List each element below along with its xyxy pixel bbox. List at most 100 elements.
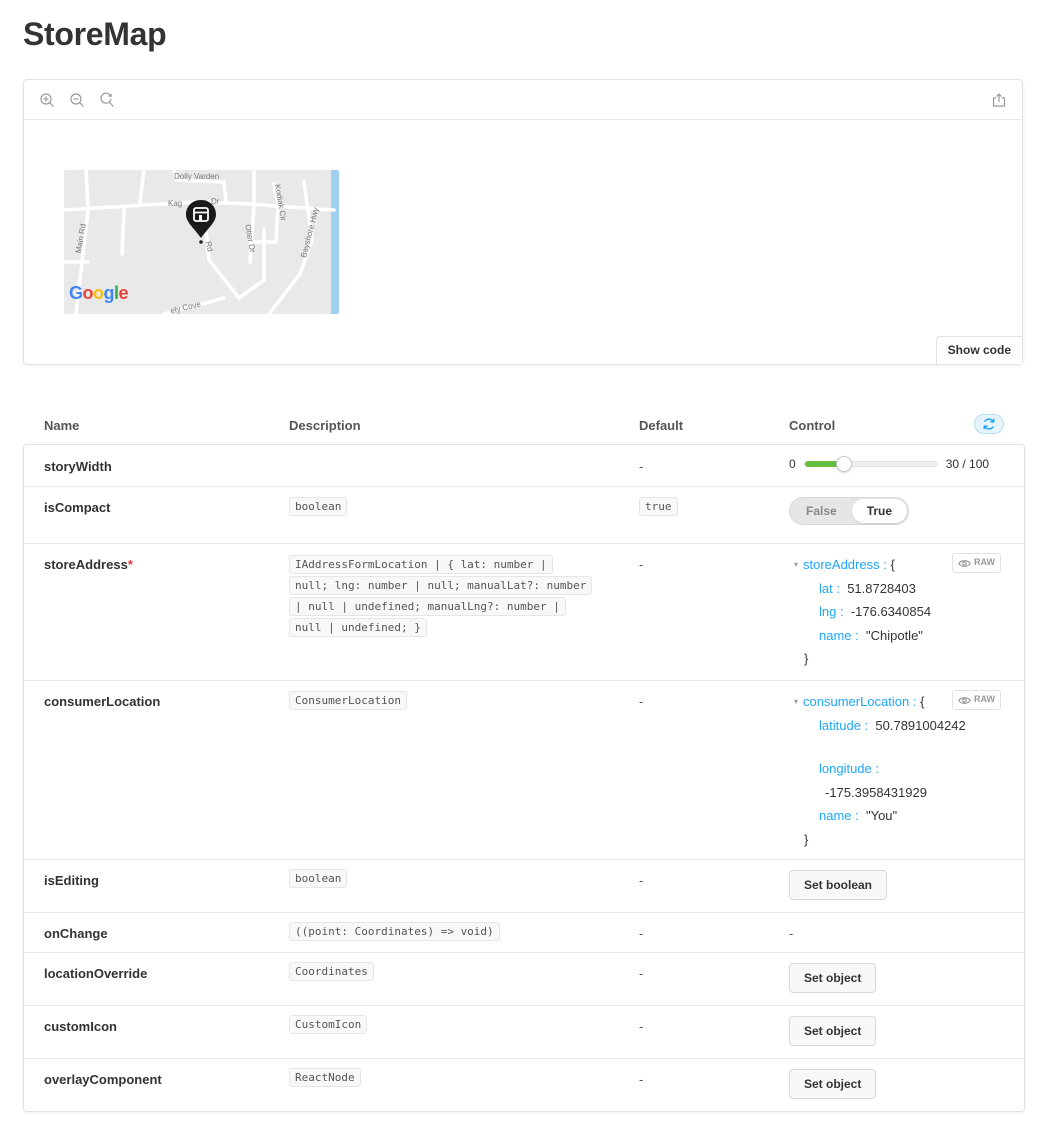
google-logo-letter: o [93, 283, 104, 303]
tree-value[interactable]: "You" [866, 808, 897, 823]
tree-key: name : [819, 808, 859, 823]
story-width-slider[interactable] [803, 456, 938, 472]
story-width-control: 0 30 / 100 [789, 456, 990, 472]
collapse-caret-icon[interactable]: ▾ [794, 690, 798, 714]
arg-name: storeAddress* [44, 557, 133, 572]
arg-control-text: - [789, 926, 794, 941]
tree-entry[interactable]: name : "You" [789, 804, 1001, 828]
preview-toolbar [24, 80, 1022, 120]
is-compact-toggle[interactable]: False True [789, 497, 910, 525]
collapse-caret-icon[interactable]: ▾ [794, 553, 798, 577]
table-row: onChange ((point: Coordinates) => void) … [24, 913, 1024, 953]
eye-icon [958, 559, 971, 567]
arg-default: - [639, 1072, 644, 1087]
arg-default: - [639, 459, 644, 474]
google-logo: Google [69, 283, 129, 304]
tree-value[interactable]: "Chipotle" [866, 628, 923, 643]
store-map[interactable]: Dolly Varden Kag Dr Main Rd Kodiak Cir O… [64, 170, 339, 314]
tree-value[interactable]: 51.8728403 [847, 581, 916, 596]
arg-type-line: IAddressFormLocation | { lat: number | [289, 555, 553, 574]
street-label: Dolly Varden [174, 172, 220, 181]
consumer-location-object-editor: ▾ consumerLocation : { latitude : 50.789… [789, 690, 1001, 851]
street-label: Kag [168, 199, 183, 208]
arg-name: consumerLocation [44, 694, 161, 709]
arg-type-line: null; lng: number | null; manualLat?: nu… [289, 576, 593, 595]
arg-default: - [639, 966, 644, 981]
arg-type-line: null | undefined; } [289, 618, 427, 637]
tree-open-brace: { [920, 694, 925, 709]
raw-label: RAW [974, 694, 995, 705]
arg-default: - [639, 873, 644, 888]
column-header-description: Description [289, 418, 361, 433]
set-boolean-button[interactable]: Set boolean [789, 870, 888, 900]
slider-thumb[interactable] [836, 456, 853, 472]
arg-default: - [639, 926, 644, 941]
set-object-button[interactable]: Set object [789, 963, 877, 993]
store-pin-icon[interactable] [184, 198, 218, 244]
table-row: overlayComponent ReactNode - Set object [24, 1059, 1024, 1112]
raw-toggle-button[interactable]: RAW [952, 553, 1001, 573]
arg-type: boolean [289, 497, 348, 516]
arg-name: isEditing [44, 873, 99, 888]
eye-icon [958, 696, 971, 704]
tree-entry[interactable]: lng : -176.6340854 [789, 600, 1001, 624]
tree-close-brace: } [804, 651, 809, 666]
arg-name: onChange [44, 926, 108, 941]
range-value-label: 30 / 100 [945, 457, 990, 471]
zoom-in-icon[interactable] [39, 92, 55, 108]
reset-controls-button[interactable] [974, 414, 1004, 434]
refresh-icon [983, 418, 995, 430]
tree-key: latitude : [819, 717, 869, 733]
toggle-false-option[interactable]: False [791, 499, 852, 523]
arg-name-text: storeAddress [44, 557, 128, 572]
toggle-true-option[interactable]: True [851, 499, 908, 523]
tree-value[interactable]: -175.3958431929 [825, 785, 927, 800]
arg-default: - [639, 557, 644, 572]
arg-name: isCompact [44, 500, 111, 515]
share-icon[interactable] [991, 92, 1007, 108]
google-logo-letter: G [69, 283, 83, 303]
arg-name: locationOverride [44, 966, 148, 981]
args-table: storyWidth - 0 30 / 100 isCompact boolea… [23, 444, 1025, 1112]
tree-key: consumerLocation : [803, 694, 917, 709]
tree-entry[interactable]: longitude : [789, 757, 1001, 781]
raw-label: RAW [974, 557, 995, 568]
arg-type: Coordinates [289, 962, 374, 981]
tree-entry[interactable]: lat : 51.8728403 [789, 577, 1001, 601]
arg-name: overlayComponent [44, 1072, 162, 1087]
set-object-button[interactable]: Set object [789, 1069, 877, 1099]
google-logo-letter: g [103, 283, 115, 303]
arg-name: customIcon [44, 1019, 117, 1034]
tree-value[interactable]: 50.7891004242 [875, 718, 965, 733]
tree-key: longitude : [819, 761, 879, 776]
raw-toggle-button[interactable]: RAW [952, 690, 1001, 710]
show-code-button[interactable]: Show code [935, 336, 1022, 364]
column-header-default: Default [639, 418, 684, 433]
tree-entry[interactable]: latitude : 50.7891004242 [789, 714, 1001, 738]
arg-name: storyWidth [44, 459, 112, 474]
tree-value[interactable]: -176.6340854 [851, 604, 931, 619]
zoom-out-icon[interactable] [69, 92, 85, 108]
required-mark: * [127, 557, 133, 572]
args-table-header: Name Description Default Control [23, 410, 1025, 444]
arg-type: boolean [289, 869, 348, 888]
reset-zoom-icon[interactable] [99, 92, 115, 108]
tree-key: lng : [819, 604, 844, 619]
range-min-label: 0 [789, 457, 796, 471]
table-row: storeAddress* IAddressFormLocation | { l… [24, 544, 1024, 681]
arg-default: - [639, 1019, 644, 1034]
google-logo-letter: o [82, 283, 94, 303]
page-title: StoreMap [23, 16, 167, 52]
arg-default: true [639, 497, 678, 516]
tree-close-brace: } [804, 831, 809, 847]
table-row: isEditing boolean - Set boolean [24, 860, 1024, 913]
set-object-button[interactable]: Set object [789, 1016, 877, 1046]
arg-type: CustomIcon [289, 1015, 368, 1034]
tree-entry-value-line[interactable]: -175.3958431929 [789, 781, 1001, 805]
tree-open-brace: { [890, 557, 895, 572]
arg-type: ((point: Coordinates) => void) [289, 922, 500, 941]
arg-type: IAddressFormLocation | { lat: number | n… [289, 554, 609, 638]
tree-entry[interactable]: name : "Chipotle" [789, 624, 1001, 648]
tree-key: name : [819, 627, 859, 643]
map-water [331, 170, 339, 314]
